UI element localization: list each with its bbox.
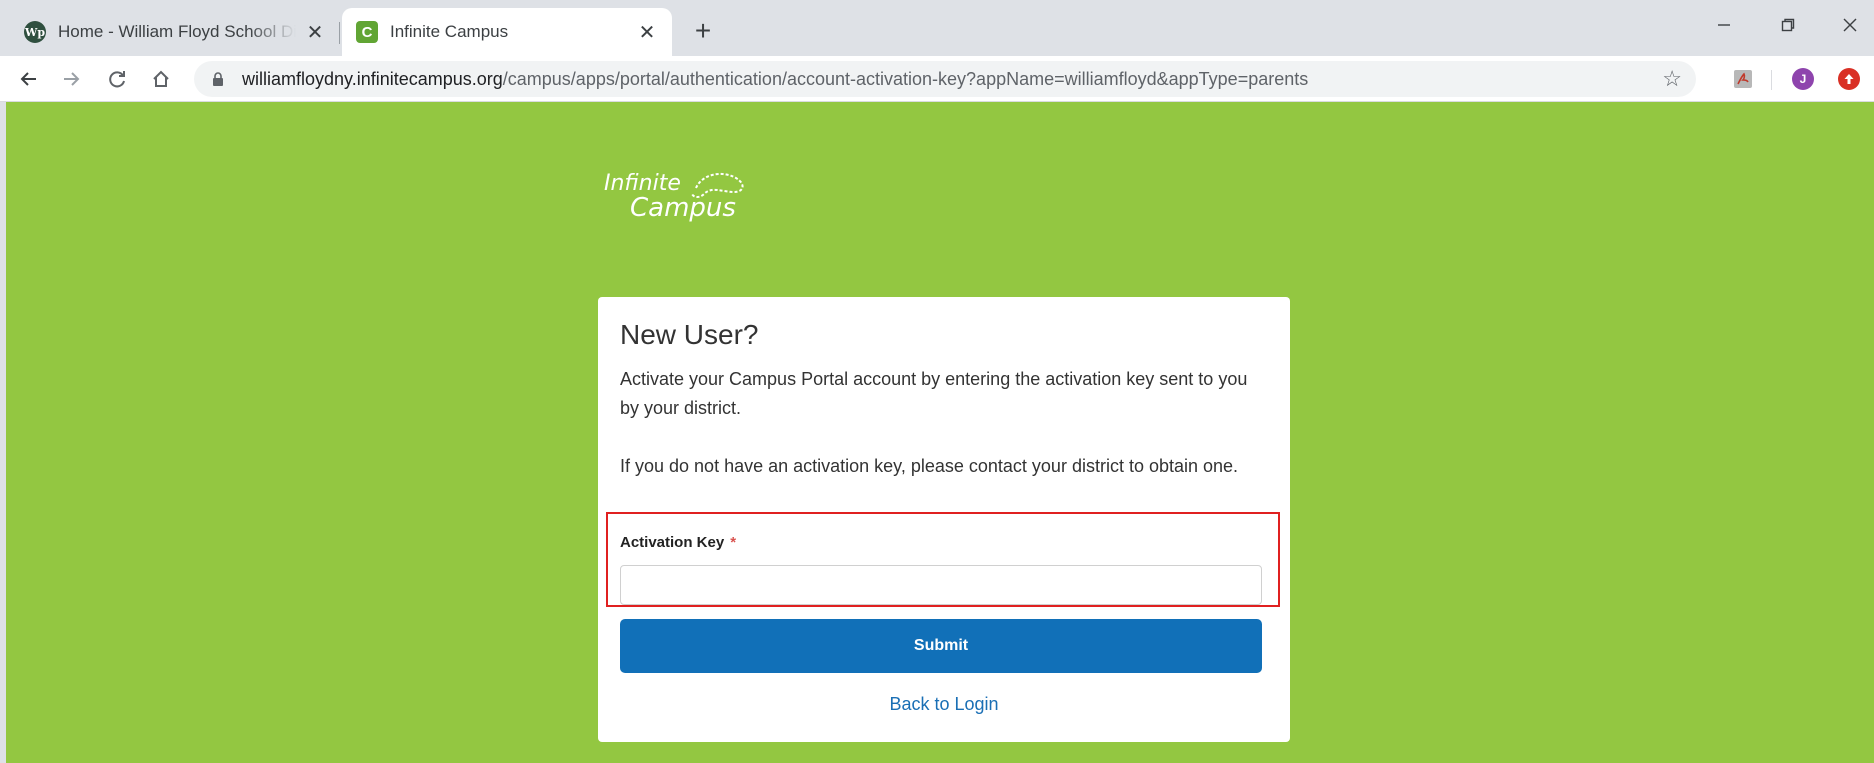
close-tab-icon[interactable]: ✕ xyxy=(636,21,658,44)
no-key-instructions: If you do not have an activation key, pl… xyxy=(620,456,1239,476)
submit-button[interactable]: Submit xyxy=(620,619,1262,673)
profile-avatar[interactable]: J xyxy=(1792,68,1814,90)
required-marker: * xyxy=(730,534,737,551)
new-user-card: New User? Activate your Campus Portal ac… xyxy=(598,297,1290,742)
infinite-campus-logo: Infinite Campus xyxy=(596,160,796,230)
tab-title: Infinite Campus xyxy=(390,22,509,41)
browser-toolbar: williamfloydny.infinitecampus.org/campus… xyxy=(0,56,1874,102)
lock-icon xyxy=(212,71,226,87)
activation-key-input[interactable] xyxy=(620,565,1262,605)
activation-instructions: Activate your Campus Portal account by e… xyxy=(620,369,1248,418)
url-host: williamfloydny.infinitecampus.org xyxy=(242,68,503,89)
new-tab-plus-icon[interactable]: + xyxy=(688,15,718,46)
tab-strip: Wp Home - William Floyd School District … xyxy=(0,0,1874,56)
back-arrow-icon[interactable] xyxy=(14,64,44,94)
tab-infinite-campus[interactable]: C Infinite Campus ✕ xyxy=(342,8,672,56)
url-text: williamfloydny.infinitecampus.org/campus… xyxy=(242,69,1308,90)
back-to-login-link[interactable]: Back to Login xyxy=(598,694,1290,715)
minimize-icon[interactable] xyxy=(1704,10,1744,40)
update-arrow-icon[interactable] xyxy=(1838,68,1860,90)
forward-arrow-icon[interactable] xyxy=(56,64,86,94)
pdf-extension-icon[interactable] xyxy=(1732,68,1754,90)
browser-window: Wp Home - William Floyd School District … xyxy=(0,0,1874,763)
card-title: New User? xyxy=(620,319,759,350)
restore-window-icon[interactable] xyxy=(1768,10,1808,40)
activation-key-label: Activation Key * xyxy=(620,534,736,551)
address-bar[interactable]: williamfloydny.infinitecampus.org/campus… xyxy=(194,61,1696,97)
reload-icon[interactable] xyxy=(102,64,132,94)
tab-william-floyd[interactable]: Wp Home - William Floyd School District … xyxy=(10,8,340,56)
url-path: /campus/apps/portal/authentication/accou… xyxy=(502,68,1309,89)
logo-line2: Campus xyxy=(630,193,736,223)
home-icon[interactable] xyxy=(146,64,176,94)
campus-favicon-icon: C xyxy=(356,21,378,43)
bookmark-star-icon[interactable]: ☆ xyxy=(1662,66,1682,92)
toolbar-separator xyxy=(1771,70,1772,90)
close-tab-icon[interactable]: ✕ xyxy=(304,21,326,44)
page-background: Infinite Campus New User? Activate your … xyxy=(6,102,1874,763)
wordpress-favicon-icon: Wp xyxy=(24,21,46,43)
tab-title: Home - William Floyd School District xyxy=(58,22,296,41)
activation-key-label-text: Activation Key xyxy=(620,534,725,551)
close-window-icon[interactable] xyxy=(1830,10,1870,40)
